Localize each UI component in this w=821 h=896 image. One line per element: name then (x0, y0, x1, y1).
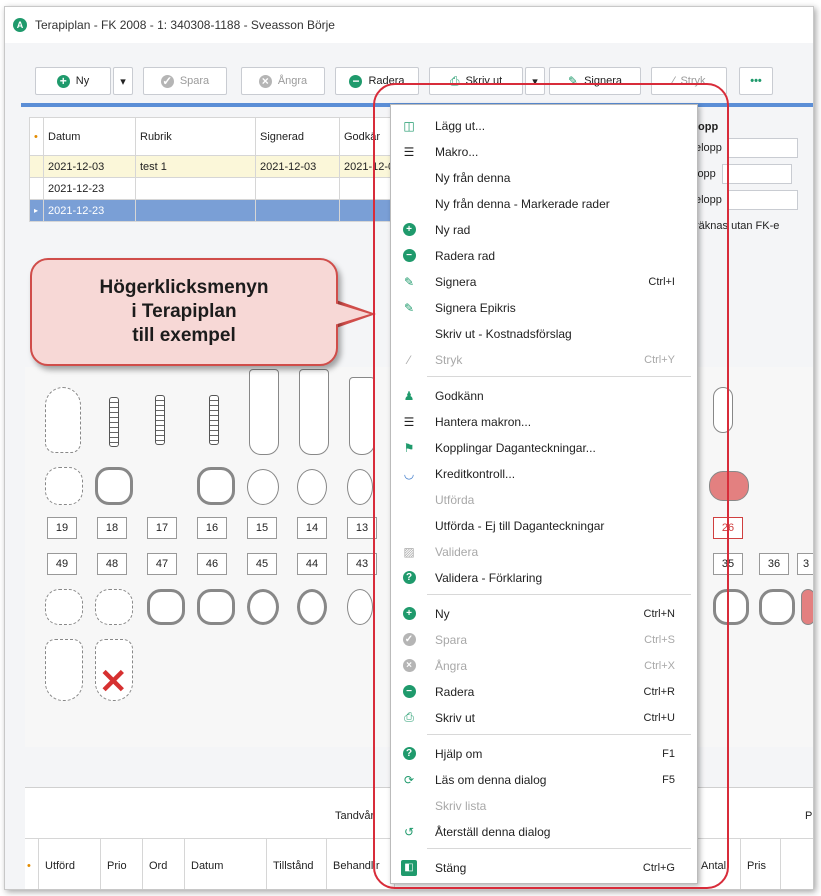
implant-icon[interactable] (209, 395, 219, 445)
column-header[interactable]: Prio (101, 839, 143, 889)
tooth-number[interactable]: 16 (197, 517, 227, 539)
chevron-down-icon: ▾ (120, 75, 126, 88)
table-cell (255, 177, 340, 200)
app-logo-icon: A (13, 18, 27, 32)
save-button-label: Spara (179, 75, 210, 87)
row-marker (29, 177, 44, 200)
table-row[interactable]: 2021-12-03 test 1 2021-12-03 2021-12-0 (29, 155, 400, 178)
highlight-frame (373, 83, 729, 889)
plus-icon: + (56, 74, 70, 88)
tooth-number[interactable]: 44 (297, 553, 327, 575)
tooth-number[interactable]: 17 (147, 517, 177, 539)
implant-icon[interactable] (155, 395, 165, 445)
tooth-number[interactable]: 19 (47, 517, 77, 539)
table-cell (135, 199, 256, 222)
table-cell (135, 177, 256, 200)
column-header[interactable]: Utförd (39, 839, 101, 889)
tooth-number[interactable]: 49 (47, 553, 77, 575)
tooth-crown[interactable] (197, 589, 235, 625)
tooth-number[interactable]: 48 (97, 553, 127, 575)
column-header[interactable]: Datum (185, 839, 267, 889)
callout-line: i Terapiplan (131, 301, 237, 322)
implant-icon[interactable] (109, 397, 119, 447)
tooth-root[interactable] (45, 387, 81, 453)
tooth-number[interactable]: 18 (97, 517, 127, 539)
tooth-crown[interactable] (45, 589, 83, 625)
row-marker-header: • (25, 839, 39, 889)
tooth-crown[interactable] (197, 467, 235, 505)
column-header[interactable]: Ord (143, 839, 185, 889)
row-marker-current: ▸ (29, 199, 44, 222)
window-title: Terapiplan - FK 2008 - 1: 340308-1188 - … (35, 18, 335, 32)
tooth-crown[interactable] (759, 589, 795, 625)
row-marker (29, 155, 44, 178)
tooth-number[interactable]: 46 (197, 553, 227, 575)
tooth-number[interactable]: 14 (297, 517, 327, 539)
table-row-selected[interactable]: ▸ 2021-12-23 (29, 199, 400, 222)
tooth-crown[interactable] (347, 589, 373, 625)
table-cell: test 1 (135, 155, 256, 178)
more-button[interactable]: ••• (739, 67, 773, 95)
tooth-number[interactable]: 3 (797, 553, 813, 575)
tooth-crown-marked[interactable] (801, 589, 813, 625)
undo-button[interactable]: × Ångra (241, 67, 325, 95)
new-button[interactable]: + Ny (35, 67, 111, 95)
tooth-crown[interactable] (347, 469, 373, 505)
tooth-crown[interactable] (247, 469, 279, 505)
tooth-root[interactable] (45, 639, 83, 701)
undo-icon: × (258, 74, 272, 88)
amount-field[interactable] (727, 190, 798, 210)
table-cell: 2021-12-03 (255, 155, 340, 178)
table-cell: 2021-12-03 (43, 155, 136, 178)
annotation-callout: Högerklicksmenyn i Terapiplan till exemp… (30, 258, 338, 366)
column-header[interactable]: Pris (741, 839, 781, 889)
tooth-crown[interactable] (147, 589, 185, 625)
save-icon: ✓ (160, 74, 174, 88)
tooth-number[interactable]: 15 (247, 517, 277, 539)
minus-icon: − (349, 74, 363, 88)
tooth-crown[interactable] (297, 589, 327, 625)
column-header[interactable]: Signerad (255, 117, 340, 156)
tooth-crown[interactable] (297, 469, 327, 505)
new-button-label: Ny (75, 75, 90, 87)
callout-line: Högerklicksmenyn (99, 277, 269, 298)
table-row[interactable]: 2021-12-23 (29, 177, 400, 200)
column-header[interactable]: Tillstånd (267, 839, 327, 889)
tooth-number[interactable]: 47 (147, 553, 177, 575)
tooth-root[interactable] (299, 369, 329, 455)
save-button[interactable]: ✓ Spara (143, 67, 227, 95)
table-header-row: • Datum Rubrik Signerad Godkär (29, 117, 400, 156)
column-header[interactable]: Rubrik (135, 117, 256, 156)
title-bar: A Terapiplan - FK 2008 - 1: 340308-1188 … (5, 7, 813, 43)
tooth-crown[interactable] (247, 589, 279, 625)
tooth-root[interactable] (349, 377, 375, 455)
callout-line: till exempel (132, 325, 236, 346)
undo-button-label: Ångra (277, 75, 308, 87)
treatment-group-header-right: P (805, 810, 813, 822)
table-cell: 2021-12-23 (43, 177, 136, 200)
treatment-group-header: Tandvår (335, 810, 375, 822)
extraction-cross-icon: ✕ (99, 663, 128, 701)
tooth-crown[interactable] (95, 589, 133, 625)
tooth-crown[interactable] (95, 467, 133, 505)
tooth-root[interactable] (249, 369, 279, 455)
row-marker-header: • (29, 117, 44, 156)
table-cell (255, 199, 340, 222)
amount-field[interactable] (727, 138, 798, 158)
amount-field[interactable] (721, 164, 792, 184)
callout-pointer-fill (334, 303, 370, 325)
therapy-plan-table: • Datum Rubrik Signerad Godkär 2021-12-0… (29, 117, 400, 222)
tooth-number[interactable]: 36 (759, 553, 789, 575)
new-dropdown-button[interactable]: ▾ (113, 67, 133, 95)
table-cell: 2021-12-23 (43, 199, 136, 222)
tooth-number[interactable]: 45 (247, 553, 277, 575)
tooth-crown[interactable] (45, 467, 83, 505)
column-header[interactable]: Datum (43, 117, 136, 156)
